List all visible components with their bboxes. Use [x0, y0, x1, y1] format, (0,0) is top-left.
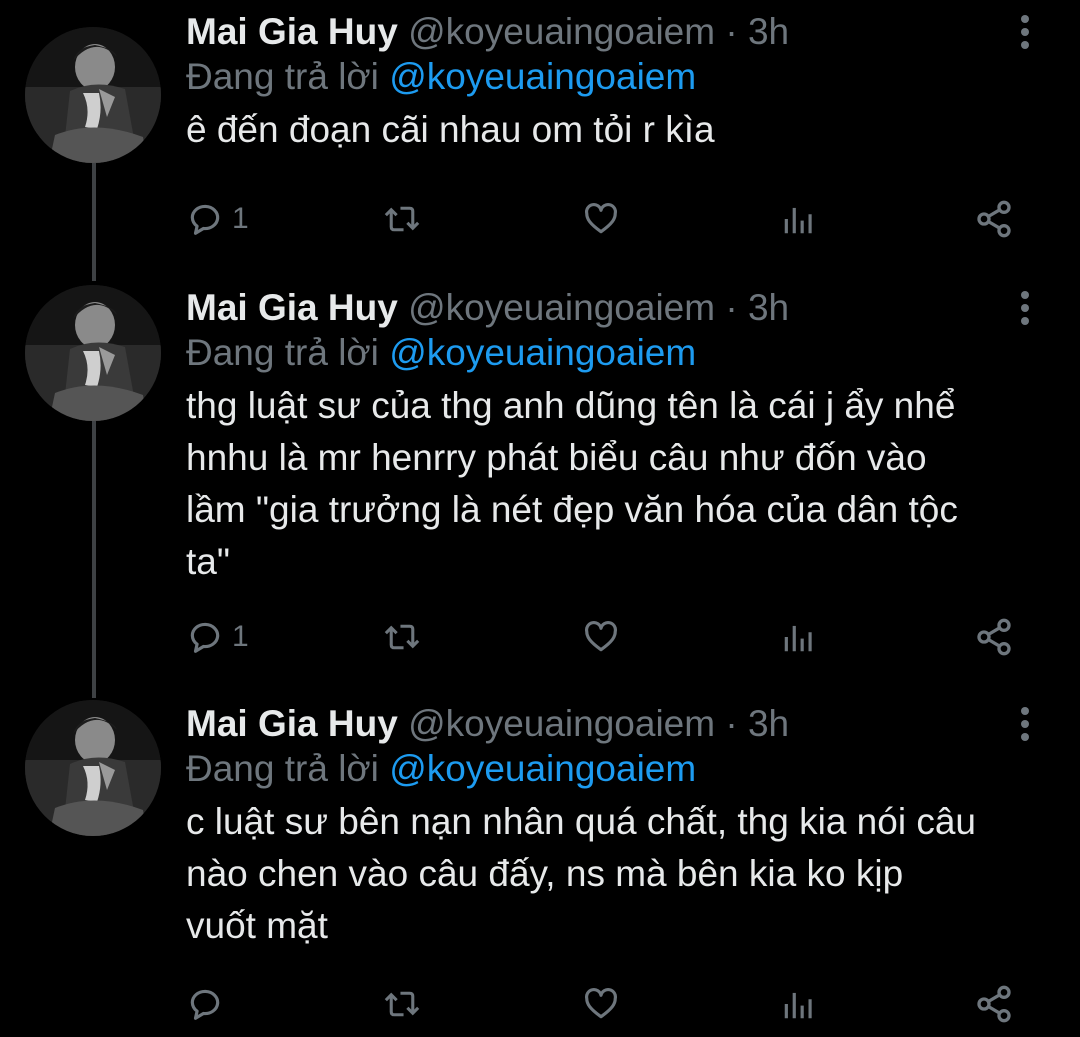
reply-context: Đang trả lời @koyeuaingoaiem	[186, 746, 1020, 792]
share-button[interactable]	[974, 980, 1014, 1028]
tweet[interactable]: Mai Gia Huy @koyeuaingoaiem · 3h Đang tr…	[0, 285, 1080, 695]
reply-mention-link[interactable]: @koyeuaingoaiem	[389, 332, 696, 373]
reply-prefix: Đang trả lời	[186, 748, 379, 789]
share-icon	[974, 617, 1014, 657]
author-handle[interactable]: @koyeuaingoaiem	[408, 287, 715, 328]
avatar[interactable]	[25, 700, 161, 836]
reply-prefix: Đang trả lời	[186, 56, 379, 97]
reply-count: 1	[232, 620, 249, 653]
analytics-button[interactable]	[780, 980, 818, 1028]
separator-dot: ·	[725, 287, 738, 328]
tweet-text: c luật sư bên nạn nhân quá chất, thg kia…	[186, 801, 976, 946]
share-icon	[974, 199, 1014, 239]
reply-icon	[186, 200, 224, 238]
reply-icon	[186, 985, 224, 1023]
reply-button[interactable]: 1	[186, 195, 249, 243]
like-icon	[582, 618, 620, 656]
timestamp[interactable]: 3h	[748, 703, 789, 744]
separator-dot: ·	[725, 703, 738, 744]
retweet-icon	[382, 985, 422, 1023]
author-name[interactable]: Mai Gia Huy	[186, 703, 398, 744]
tweet[interactable]: Mai Gia Huy @koyeuaingoaiem · 3h Đang tr…	[0, 0, 1080, 280]
analytics-icon	[780, 200, 818, 238]
analytics-button[interactable]	[780, 195, 818, 243]
timestamp[interactable]: 3h	[748, 11, 789, 52]
author-handle[interactable]: @koyeuaingoaiem	[408, 703, 715, 744]
tweet-actions	[186, 980, 1026, 1028]
tweet-header: Mai Gia Huy @koyeuaingoaiem · 3h	[186, 702, 1020, 746]
reply-icon	[186, 618, 224, 656]
reply-button[interactable]	[186, 980, 232, 1028]
timestamp[interactable]: 3h	[748, 287, 789, 328]
reply-mention-link[interactable]: @koyeuaingoaiem	[389, 748, 696, 789]
separator-dot: ·	[725, 11, 738, 52]
share-button[interactable]	[974, 613, 1014, 661]
retweet-icon	[382, 618, 422, 656]
reply-button[interactable]: 1	[186, 613, 249, 661]
retweet-icon	[382, 200, 422, 238]
analytics-icon	[780, 985, 818, 1023]
tweet-text: thg luật sư của thg anh dũng tên là cái …	[186, 385, 958, 582]
more-icon[interactable]	[1010, 702, 1040, 746]
avatar[interactable]	[25, 27, 161, 163]
like-button[interactable]	[582, 195, 628, 243]
analytics-icon	[780, 618, 818, 656]
reply-context: Đang trả lời @koyeuaingoaiem	[186, 330, 1020, 376]
retweet-button[interactable]	[382, 980, 430, 1028]
analytics-button[interactable]	[780, 613, 818, 661]
more-icon[interactable]	[1010, 286, 1040, 330]
share-button[interactable]	[974, 195, 1014, 243]
tweet[interactable]: Mai Gia Huy @koyeuaingoaiem · 3h Đang tr…	[0, 700, 1080, 1037]
retweet-button[interactable]	[382, 195, 430, 243]
reply-context: Đang trả lời @koyeuaingoaiem	[186, 54, 1020, 100]
tweet-actions: 1	[186, 195, 1026, 243]
tweet-header: Mai Gia Huy @koyeuaingoaiem · 3h	[186, 10, 1020, 54]
author-name[interactable]: Mai Gia Huy	[186, 287, 398, 328]
author-handle[interactable]: @koyeuaingoaiem	[408, 11, 715, 52]
retweet-button[interactable]	[382, 613, 430, 661]
more-icon[interactable]	[1010, 10, 1040, 54]
like-icon	[582, 200, 620, 238]
reply-prefix: Đang trả lời	[186, 332, 379, 373]
like-icon	[582, 985, 620, 1023]
tweet-text: ê đến đoạn cãi nhau om tỏi r kìa	[186, 109, 715, 150]
like-button[interactable]	[582, 613, 628, 661]
like-button[interactable]	[582, 980, 628, 1028]
reply-mention-link[interactable]: @koyeuaingoaiem	[389, 56, 696, 97]
tweet-header: Mai Gia Huy @koyeuaingoaiem · 3h	[186, 286, 1020, 330]
share-icon	[974, 984, 1014, 1024]
author-name[interactable]: Mai Gia Huy	[186, 11, 398, 52]
avatar[interactable]	[25, 285, 161, 421]
reply-count: 1	[232, 202, 249, 235]
tweet-actions: 1	[186, 613, 1026, 661]
